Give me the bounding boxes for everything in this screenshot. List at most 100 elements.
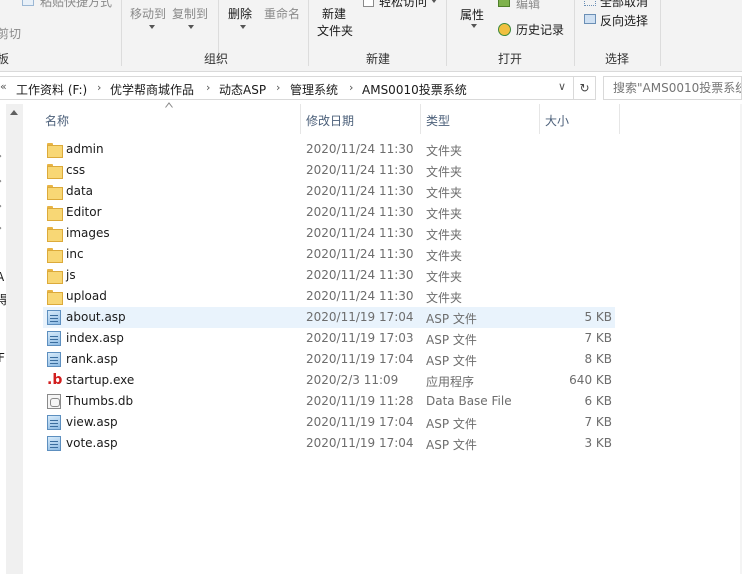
copy-to-button[interactable]: 复制到 (172, 6, 208, 22)
nav-scrollbar[interactable] (6, 104, 23, 574)
ribbon-divider (121, 0, 122, 66)
edit-icon (498, 0, 510, 7)
ribbon-divider (446, 0, 447, 66)
history-button[interactable]: 历史记录 (516, 22, 564, 38)
column-divider[interactable] (300, 104, 301, 134)
file-row[interactable]: Editor 2020/11/24 11:30 文件夹 (43, 202, 615, 223)
delete-button[interactable]: 删除 (228, 6, 252, 22)
scroll-up-arrow-icon[interactable] (10, 110, 18, 115)
easy-access-button[interactable]: 轻松访问 (379, 0, 427, 10)
file-size: 5 KB (584, 310, 612, 324)
breadcrumb-overflow-icon[interactable]: « (0, 80, 7, 93)
file-row[interactable]: .b startup.exe 2020/2/3 11:09 应用程序 640 KB (43, 370, 615, 391)
new-folder-label: 文件夹 (317, 24, 354, 38)
column-divider[interactable] (619, 104, 620, 134)
column-header-size[interactable]: 大小 (545, 112, 569, 129)
file-row[interactable]: view.asp 2020/11/19 17:04 ASP 文件 7 KB (43, 412, 615, 433)
chevron-right-icon[interactable]: › (206, 81, 210, 94)
breadcrumb-folder[interactable]: 优学帮商城作品 (110, 81, 194, 98)
file-date-modified: 2020/11/24 11:30 (306, 268, 414, 282)
column-header-name[interactable]: 名称 (45, 112, 69, 129)
select-group-label: 选择 (605, 52, 630, 66)
expand-chevron-icon[interactable]: › (0, 201, 2, 212)
file-type: ASP 文件 (426, 417, 477, 431)
file-row[interactable]: Thumbs.db 2020/11/19 11:28 Data Base File 6… (43, 391, 615, 412)
chevron-right-icon[interactable]: › (349, 81, 353, 94)
chevron-right-icon[interactable]: › (97, 81, 101, 94)
paste-shortcut-icon (22, 0, 34, 6)
file-size: 6 KB (584, 394, 612, 408)
move-to-button[interactable]: 移动到 (130, 6, 166, 22)
file-name: data (66, 184, 94, 198)
file-row[interactable]: upload 2020/11/24 11:30 文件夹 (43, 286, 615, 307)
expand-chevron-icon[interactable]: › (0, 176, 2, 187)
address-path[interactable]: « 工作资料 (F:) › 优学帮商城作品 › 动态ASP › 管理系统 › A… (0, 76, 574, 100)
nav-item-partial[interactable]: F (0, 350, 5, 366)
column-header-type[interactable]: 类型 (426, 112, 450, 129)
refresh-icon[interactable]: ↻ (574, 76, 596, 100)
file-date-modified: 2020/11/19 17:03 (306, 331, 414, 345)
chevron-down-icon (240, 25, 246, 29)
new-folder-button[interactable]: 新建 (322, 6, 346, 22)
column-divider[interactable] (420, 104, 421, 134)
file-type: 文件夹 (426, 270, 463, 284)
paste-shortcut-button[interactable]: 粘贴快捷方式 (40, 0, 112, 10)
ribbon-divider (574, 0, 575, 66)
file-row[interactable]: images 2020/11/24 11:30 文件夹 (43, 223, 615, 244)
file-row[interactable]: data 2020/11/24 11:30 文件夹 (43, 181, 615, 202)
search-input[interactable] (603, 76, 742, 100)
database-file-icon (47, 394, 61, 409)
new-group-label: 新建 (366, 52, 391, 66)
file-type: ASP 文件 (426, 438, 477, 452)
ribbon-divider (308, 0, 309, 66)
rename-button[interactable]: 重命名 (264, 6, 300, 22)
file-size: 8 KB (584, 352, 612, 366)
file-name: Thumbs.db (66, 394, 134, 408)
invert-selection-button[interactable]: 反向选择 (600, 13, 648, 29)
column-header-row: 名称 修改日期 类型 大小 (24, 104, 742, 134)
file-size: 3 KB (584, 436, 612, 450)
file-type: 文件夹 (426, 186, 463, 200)
file-name: admin (66, 142, 104, 156)
folder-icon (47, 163, 63, 179)
address-dropdown-icon[interactable]: ∨ (558, 80, 566, 93)
expand-chevron-icon[interactable]: › (0, 223, 2, 234)
file-row[interactable]: index.asp 2020/11/19 17:03 ASP 文件 7 KB (43, 328, 615, 349)
file-date-modified: 2020/2/3 11:09 (306, 373, 399, 387)
file-row[interactable]: admin 2020/11/24 11:30 文件夹 (43, 139, 615, 160)
file-name: upload (66, 289, 107, 303)
file-type: ASP 文件 (426, 333, 477, 347)
file-date-modified: 2020/11/24 11:30 (306, 247, 414, 261)
chevron-right-icon[interactable]: › (276, 81, 280, 94)
expand-chevron-icon[interactable]: › (0, 151, 2, 162)
file-date-modified: 2020/11/19 17:04 (306, 436, 414, 450)
file-row[interactable]: about.asp 2020/11/19 17:04 ASP 文件 5 KB (43, 307, 615, 328)
breadcrumb-folder[interactable]: 管理系统 (290, 81, 338, 98)
select-none-button[interactable]: 全部取消 (600, 0, 648, 10)
breadcrumb-drive[interactable]: 工作资料 (F:) (16, 81, 87, 98)
file-row[interactable]: inc 2020/11/24 11:30 文件夹 (43, 244, 615, 265)
folder-icon (47, 184, 63, 200)
nav-item-partial[interactable]: A (0, 269, 4, 285)
breadcrumb-current-folder[interactable]: AMS0010投票系统 (362, 81, 467, 98)
asp-file-icon (47, 415, 61, 430)
folder-icon (47, 247, 63, 263)
file-row[interactable]: rank.asp 2020/11/19 17:04 ASP 文件 8 KB (43, 349, 615, 370)
file-name: rank.asp (66, 352, 118, 366)
chevron-down-icon (188, 25, 194, 29)
column-header-date[interactable]: 修改日期 (306, 112, 354, 129)
edit-button[interactable]: 编辑 (516, 0, 540, 12)
file-name: startup.exe (66, 373, 135, 387)
file-size: 7 KB (584, 331, 612, 345)
folder-icon (47, 268, 63, 284)
file-row[interactable]: js 2020/11/24 11:30 文件夹 (43, 265, 615, 286)
file-type: ASP 文件 (426, 354, 477, 368)
file-row[interactable]: vote.asp 2020/11/19 17:04 ASP 文件 3 KB (43, 433, 615, 454)
properties-button[interactable]: 属性 (460, 7, 484, 23)
breadcrumb-folder[interactable]: 动态ASP (219, 81, 266, 98)
cut-button[interactable]: 剪切 (0, 26, 21, 42)
file-row[interactable]: css 2020/11/24 11:30 文件夹 (43, 160, 615, 181)
file-size: 7 KB (584, 415, 612, 429)
column-divider[interactable] (539, 104, 540, 134)
exe-app-icon: .b (47, 372, 63, 388)
